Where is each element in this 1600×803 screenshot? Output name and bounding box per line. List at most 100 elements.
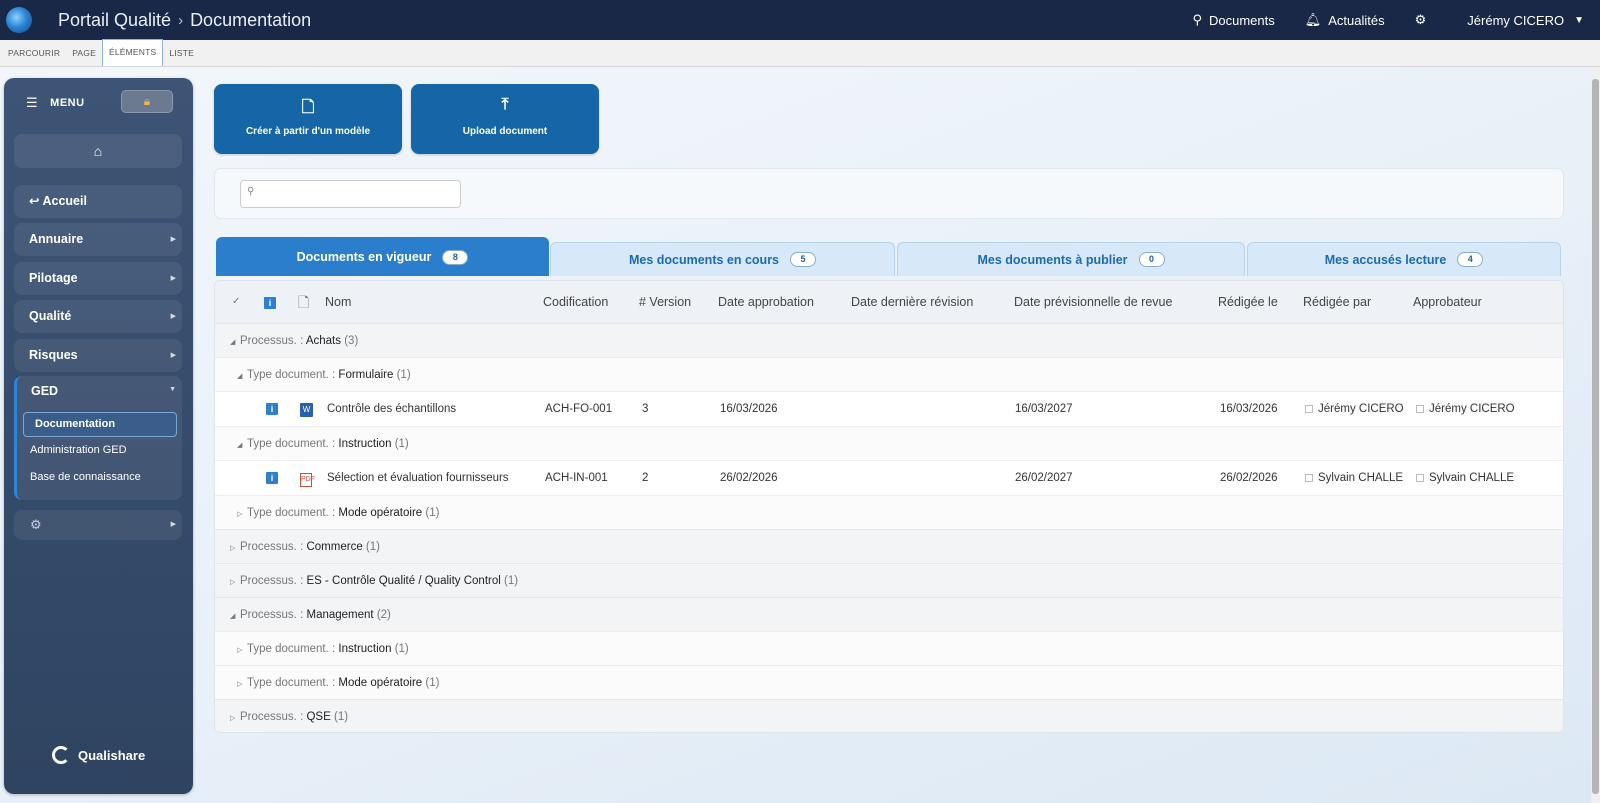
menu-toggle[interactable]: ☰ MENU [26,95,85,111]
tab-mes-documents-en-cours[interactable]: Mes documents en cours 5 [550,242,895,276]
search-input[interactable] [240,180,461,208]
sidebar-item-pilotage[interactable]: Pilotage ▶ [14,262,182,295]
hamburger-icon: ☰ [26,95,39,110]
tab-label: Mes accusés lecture [1324,252,1447,267]
qualishare-logo-icon [52,746,70,764]
create-from-template-button[interactable]: 🗋︎ Créer à partir d'un modèle [214,84,402,154]
column-date-derniere-revision[interactable]: Date dernière révision [851,281,973,323]
column-nom[interactable]: Nom [325,281,351,323]
column-codification[interactable]: Codification [543,281,608,323]
file-plus-icon: 🗋︎ [301,99,315,116]
tab-mes-accuses-lecture[interactable]: Mes accusés lecture 4 [1247,242,1561,276]
column-approbateur[interactable]: Approbateur [1413,281,1482,323]
triangle-right-icon[interactable]: ▷ [230,532,240,566]
news-link[interactable]: 🔔︎ Actualités [1305,12,1385,28]
triangle-down-icon[interactable]: ◢ [237,360,247,394]
subgroup-row-instruction[interactable]: ◢ Type document. : Instruction (1) [215,426,1563,460]
ribbon-tab-parcourir[interactable]: PARCOURIR [2,40,66,66]
menu-label: MENU [50,97,85,109]
group-label: ▷ Processus. : QSE (1) [230,700,348,732]
ribbon-tab-elements[interactable]: ÉLÉMENTS [101,39,164,66]
home-button[interactable]: ⌂ [14,134,182,168]
cell-redigee-par[interactable]: Jérémy CICERO [1305,392,1404,427]
group-label: ▷ Processus. : ES - Contrôle Qualité / Qu… [230,564,518,600]
info-icon[interactable]: i [266,461,278,496]
triangle-down-icon[interactable]: ◢ [230,600,240,634]
cell-codification: ACH-FO-001 [545,403,613,415]
cell-redigee-le: 16/03/2026 [1220,403,1278,415]
word-document-icon[interactable]: W [300,392,313,427]
sidebar-subitem-base-connaissance[interactable]: Base de connaissance [30,471,141,483]
column-redigee-par[interactable]: Rédigée par [1303,281,1371,323]
ribbon-tab-page[interactable]: PAGE [66,40,102,66]
cell-approbateur[interactable]: Jérémy CICERO [1416,392,1515,427]
lock-button[interactable]: 🔒︎ [121,90,173,113]
group-row-controle-qualite[interactable]: ▷ Processus. : ES - Contrôle Qualité / Qu… [215,563,1563,597]
sidebar-item-annuaire[interactable]: Annuaire ▶ [14,223,182,256]
table-row[interactable]: i W Contrôle des échantillons ACH-FO-001… [215,391,1563,426]
tab-label: Mes documents à publier [977,252,1128,267]
subgroup-row-formulaire[interactable]: ◢ Type document. : Formulaire (1) [215,357,1563,391]
info-icon[interactable]: i [266,392,278,427]
search-icon: ⚲ [1192,12,1202,27]
triangle-right-icon[interactable]: ▷ [230,566,240,600]
sidebar-subitem-administration-ged[interactable]: Administration GED [30,444,127,456]
cell-redigee-le: 26/02/2026 [1220,472,1278,484]
triangle-right-icon[interactable]: ▷ [237,498,247,532]
documents-link[interactable]: ⚲ Documents [1192,12,1274,28]
chevron-down-icon[interactable]: ▼ [1574,15,1584,26]
tab-mes-documents-a-publier[interactable]: Mes documents à publier 0 [897,242,1245,276]
sidebar-item-label: Pilotage [29,271,78,285]
tab-documents-en-vigueur[interactable]: Documents en vigueur 8 [216,237,549,276]
cell-approbateur[interactable]: Sylvain CHALLE [1416,461,1514,496]
document-column-icon: 🗋︎ [298,294,310,310]
page-scrollbar[interactable] [1591,67,1600,803]
subgroup-label: ◢ Type document. : Instruction (1) [237,427,409,463]
home-icon: ⌂ [93,143,103,159]
chevron-down-icon[interactable]: ▼ [169,386,176,393]
triangle-down-icon[interactable]: ◢ [237,429,247,463]
triangle-right-icon[interactable]: ▷ [237,668,247,702]
user-menu[interactable]: Jérémy CICERO [1467,13,1564,28]
column-redigee-le[interactable]: Rédigée le [1218,281,1278,323]
cell-nom[interactable]: Sélection et évaluation fournisseurs [327,461,509,496]
cell-date-revue: 16/03/2027 [1015,403,1073,415]
column-date-previsionnelle-revue[interactable]: Date prévisionnelle de revue [1014,281,1172,323]
cell-redigee-par[interactable]: Sylvain CHALLE [1305,461,1403,496]
app-logo[interactable] [6,7,32,33]
subgroup-row-mode-operatoire[interactable]: ▷ Type document. : Mode opératoire (1) [215,495,1563,529]
upload-document-button[interactable]: ⤒ Upload document [411,84,599,154]
sidebar-item-accueil[interactable]: ↩ Accueil [14,185,182,218]
checkmark-icon[interactable]: ✓ [232,281,240,323]
settings-button[interactable]: ⚙ [1415,12,1434,28]
sidebar-item-ged[interactable]: GED [31,384,58,398]
cell-nom[interactable]: Contrôle des échantillons [327,392,456,427]
cell-date-approbation: 16/03/2026 [720,403,778,415]
subgroup-row-mode-operatoire[interactable]: ▷ Type document. : Mode opératoire (1) [215,665,1563,699]
sidebar-item-settings[interactable]: ⚙ ▶ [14,510,182,540]
tab-count-badge: 8 [442,249,469,265]
table-row[interactable]: i PDF Sélection et évaluation fournisseu… [215,460,1563,495]
sidebar-item-qualite[interactable]: Qualité ▶ [14,300,182,333]
pdf-document-icon[interactable]: PDF [300,461,315,496]
info-column-icon: i [264,281,276,323]
triangle-right-icon[interactable]: ▷ [237,634,247,668]
ribbon-tab-liste[interactable]: LISTE [163,40,200,66]
sidebar-item-risques[interactable]: Risques ▶ [14,339,182,372]
column-date-approbation[interactable]: Date approbation [718,281,814,323]
group-row-commerce[interactable]: ▷ Processus. : Commerce (1) [215,529,1563,563]
scrollbar-thumb[interactable] [1592,79,1599,794]
column-version[interactable]: # Version [639,281,691,323]
group-row-achats[interactable]: ◢ Processus. : Achats (3) [215,323,1563,357]
group-row-management[interactable]: ◢ Processus. : Management (2) [215,597,1563,631]
gear-icon: ⚙ [1414,12,1427,27]
app-title[interactable]: Portail Qualité [58,10,171,31]
subgroup-row-instruction[interactable]: ▷ Type document. : Instruction (1) [215,631,1563,665]
triangle-right-icon[interactable]: ▷ [230,702,240,732]
group-row-qse[interactable]: ▷ Processus. : QSE (1) [215,699,1563,732]
upload-document-label: Upload document [462,126,548,137]
lock-icon: 🔒︎ [143,94,151,108]
triangle-down-icon[interactable]: ◢ [230,326,240,360]
sidebar-subitem-documentation[interactable]: Documentation [23,412,177,437]
cell-codification: ACH-IN-001 [545,472,608,484]
